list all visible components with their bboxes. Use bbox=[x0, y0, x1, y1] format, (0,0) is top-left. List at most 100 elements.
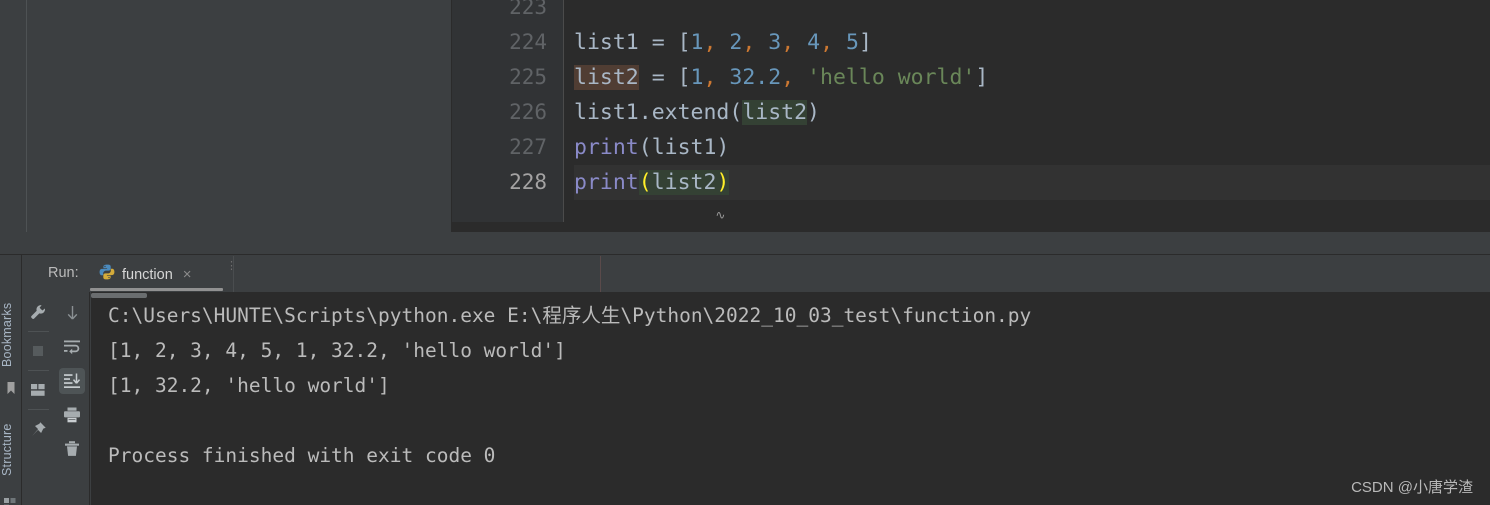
code-line[interactable]: list1.extend(list2) bbox=[574, 95, 1490, 130]
code-token: ( bbox=[638, 135, 652, 160]
stop-button[interactable] bbox=[25, 338, 51, 364]
code-token: , bbox=[820, 30, 834, 55]
toolbar-separator bbox=[28, 409, 49, 410]
code-lines[interactable]: list1 = [1, 2, 3, 4, 5] list2 = [1, 32.2,… bbox=[565, 0, 1490, 233]
tab-marker bbox=[600, 256, 601, 292]
project-panel-empty[interactable] bbox=[0, 0, 452, 232]
code-token: ] bbox=[975, 65, 989, 90]
pin-icon bbox=[31, 421, 46, 436]
run-tool-window: Bookmarks Structure Run: function × ⋮ C:… bbox=[0, 255, 1490, 505]
console-horizontal-scrollbar[interactable] bbox=[91, 292, 1490, 298]
panel-under-band bbox=[27, 232, 1490, 255]
line-number: 227 bbox=[509, 135, 547, 159]
layout-icon bbox=[31, 384, 45, 396]
bookmark-icon bbox=[4, 381, 18, 395]
editor-region: 223 224 225 226 227 228 list1 = [1, 2, 3, 4, … bbox=[0, 0, 1490, 255]
active-tab-indicator bbox=[90, 288, 223, 291]
restore-layout-button[interactable] bbox=[25, 377, 51, 403]
tab-overflow-handle[interactable]: ⋮ bbox=[226, 261, 237, 281]
pycharm-window: 223 224 225 226 227 228 list1 = [1, 2, 3, 4, … bbox=[0, 0, 1490, 505]
code-editor[interactable]: 223 224 225 226 227 228 list1 = [1, 2, 3, 4, … bbox=[452, 0, 1490, 233]
scroll-to-end-button[interactable] bbox=[59, 368, 85, 394]
code-token: 'hello world' bbox=[807, 65, 976, 90]
code-token: ( bbox=[729, 100, 743, 125]
code-line[interactable]: list1 = [1, 2, 3, 4, 5] bbox=[574, 25, 1490, 60]
console-line: [1, 32.2, 'hello world'] bbox=[108, 374, 390, 397]
scroll-to-end-icon bbox=[64, 373, 81, 388]
code-token: [ bbox=[677, 65, 691, 90]
toolbar-separator bbox=[28, 331, 49, 332]
print-button[interactable] bbox=[59, 402, 85, 428]
soft-wrap-button[interactable] bbox=[59, 334, 85, 360]
code-line[interactable]: print(list1) bbox=[574, 130, 1490, 165]
run-toolbar-secondary bbox=[55, 255, 90, 505]
down-button[interactable] bbox=[59, 299, 85, 325]
code-token: , bbox=[703, 65, 717, 90]
code-token: extend bbox=[651, 100, 730, 125]
console-output[interactable]: C:\Users\HUNTE\Scripts\python.exe E:\程序人… bbox=[91, 292, 1490, 505]
code-line[interactable] bbox=[574, 0, 1490, 25]
code-token: ( bbox=[638, 170, 652, 195]
stop-square-icon bbox=[33, 346, 43, 356]
code-token: list1 bbox=[574, 30, 639, 55]
code-token: 32.2 bbox=[729, 65, 782, 90]
code-line[interactable]: print(list2) bbox=[574, 165, 1490, 233]
code-token: 3 bbox=[768, 30, 782, 55]
code-token: 5 bbox=[845, 30, 859, 55]
line-number-gutter[interactable]: 223 224 225 226 227 228 bbox=[452, 0, 564, 222]
code-token: , bbox=[742, 30, 756, 55]
code-token: list1 bbox=[574, 100, 639, 125]
left-tool-strip: Bookmarks Structure bbox=[0, 255, 22, 505]
code-token: 2 bbox=[729, 30, 743, 55]
line-number: 228 bbox=[509, 170, 547, 194]
code-token: ] bbox=[858, 30, 872, 55]
line-number: 225 bbox=[509, 65, 547, 89]
code-token: = bbox=[651, 30, 665, 55]
code-token: print bbox=[574, 170, 639, 195]
code-token: 4 bbox=[807, 30, 821, 55]
code-token: ) bbox=[807, 100, 820, 125]
run-tab-bar: Run: function × ⋮ bbox=[22, 255, 1490, 292]
line-number: 224 bbox=[509, 30, 547, 54]
soft-wrap-icon bbox=[64, 340, 80, 355]
close-icon[interactable]: × bbox=[180, 266, 192, 283]
watermark: CSDN @小唐学渣 bbox=[1351, 479, 1473, 496]
pin-tab-button[interactable] bbox=[25, 416, 51, 442]
code-token: list2 bbox=[651, 170, 717, 195]
code-line[interactable]: list2 = [1, 32.2, 'hello world'] bbox=[574, 60, 1490, 95]
sidebar-item-bookmarks[interactable]: Bookmarks bbox=[0, 290, 22, 380]
tab-divider bbox=[233, 256, 234, 292]
code-token: , bbox=[703, 30, 717, 55]
code-token: list2 bbox=[742, 100, 808, 125]
code-token: . bbox=[638, 100, 652, 125]
code-token: = bbox=[651, 65, 665, 90]
clear-all-button[interactable] bbox=[59, 436, 85, 462]
console-line: C:\Users\HUNTE\Scripts\python.exe E:\程序人… bbox=[108, 304, 1032, 327]
project-panel-edge bbox=[26, 0, 27, 232]
settings-button[interactable] bbox=[25, 299, 51, 325]
wrench-icon bbox=[31, 305, 45, 319]
tab-function[interactable]: function × bbox=[90, 258, 201, 291]
scrollbar-thumb[interactable] bbox=[91, 293, 147, 298]
code-token: print bbox=[574, 135, 639, 160]
code-token: list2 bbox=[574, 65, 639, 90]
printer-icon bbox=[64, 407, 80, 423]
trash-icon bbox=[65, 441, 79, 456]
code-token: ) bbox=[716, 135, 730, 160]
tab-label: function bbox=[122, 266, 173, 283]
code-token: [ bbox=[677, 30, 691, 55]
line-number: 226 bbox=[509, 100, 547, 124]
code-token: , bbox=[781, 65, 795, 90]
arrow-down-icon bbox=[67, 305, 77, 319]
sidebar-item-structure[interactable]: Structure bbox=[0, 405, 22, 495]
